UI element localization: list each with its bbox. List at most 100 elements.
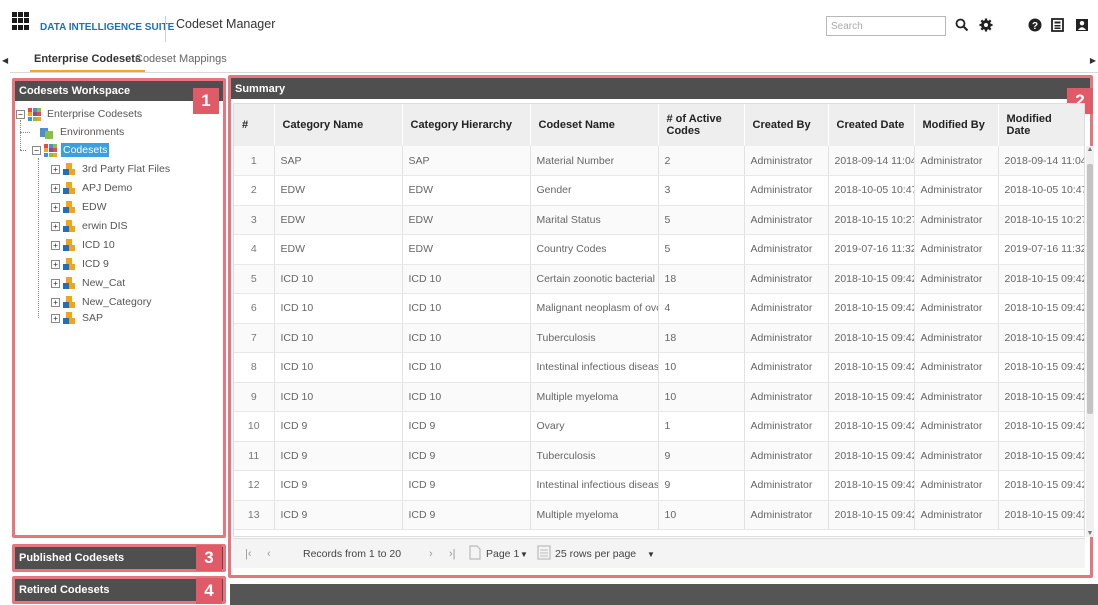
table-cell: Administrator <box>744 323 829 353</box>
tab-scroll-left-icon[interactable]: ◀ <box>2 56 8 65</box>
table-row[interactable]: 2 EDW EDW Gender 3 Administrator 2018-10-05 10… <box>234 175 1084 206</box>
table-cell: Administrator <box>914 411 999 442</box>
col-header-modified-by[interactable]: Modified By <box>914 104 999 146</box>
tree-node-enterprise-codesets[interactable]: − Enterprise Codesets <box>16 106 144 122</box>
page-selector[interactable]: Page 1 <box>486 548 519 560</box>
col-header-modified-date[interactable]: Modified Date <box>998 104 1084 146</box>
tree-node-category[interactable]: + 3rd Party Flat Files <box>51 161 172 177</box>
enterprise-codesets-icon <box>28 107 41 121</box>
table-cell: Administrator <box>914 323 999 353</box>
table-cell: 2018-10-15 09:42:4 <box>998 470 1084 501</box>
expand-icon[interactable]: + <box>51 259 60 269</box>
tree-node-label: APJ Demo <box>82 182 133 194</box>
table-cell: ICD 10 <box>402 323 531 353</box>
table-row[interactable]: 8 ICD 10 ICD 10 Intestinal infectious disea… <box>234 352 1084 383</box>
expand-icon[interactable]: + <box>51 183 60 193</box>
table-row[interactable]: 4 EDW EDW Country Codes 5 Administrator 2019-0… <box>234 234 1084 265</box>
tree-node-label: EDW <box>82 201 107 213</box>
col-header-category-hierarchy[interactable]: Category Hierarchy <box>402 104 531 146</box>
next-page-icon[interactable]: › <box>429 548 433 560</box>
page-dropdown-icon[interactable]: ▼ <box>520 550 528 559</box>
table-cell: Administrator <box>744 146 829 176</box>
tree-node-category[interactable]: + New_Category <box>51 294 153 310</box>
tree-node-label: Environments <box>60 126 125 138</box>
table-cell: EDW <box>402 234 531 265</box>
expand-icon[interactable]: + <box>51 221 60 231</box>
published-codesets-header[interactable]: Published Codesets <box>15 547 223 569</box>
collapse-icon[interactable]: − <box>32 145 41 155</box>
table-cell: Administrator <box>744 352 829 383</box>
col-header-active-codes[interactable]: # of Active Codes <box>658 104 745 146</box>
tree-node-codesets[interactable]: − Codesets <box>32 142 110 158</box>
table-row[interactable]: 6 ICD 10 ICD 10 Malignant neoplasm of ovc 4 A… <box>234 293 1084 324</box>
tab-enterprise-codesets[interactable]: Enterprise Codesets <box>30 52 145 72</box>
expand-icon[interactable]: + <box>51 240 60 250</box>
expand-icon[interactable]: + <box>51 202 60 212</box>
tab-codeset-mappings[interactable]: Codeset Mappings <box>135 52 227 72</box>
scroll-down-icon[interactable]: ▼ <box>1086 530 1094 537</box>
search-icon[interactable] <box>952 15 972 35</box>
scrollbar-thumb[interactable] <box>1087 164 1093 414</box>
expand-icon[interactable]: + <box>51 297 60 307</box>
table-row[interactable]: 13 ICD 9 ICD 9 Multiple myeloma 10 Administra… <box>234 500 1084 530</box>
tree-node-environments[interactable]: Environments <box>40 124 126 140</box>
table-row[interactable]: 10 ICD 9 ICD 9 Ovary 1 Administrator 2018-10-1… <box>234 411 1084 442</box>
col-header-codeset-name[interactable]: Codeset Name <box>530 104 659 146</box>
tree-node-category[interactable]: + ICD 10 <box>51 237 117 253</box>
table-cell: Multiple myeloma <box>530 382 659 412</box>
category-icon <box>63 238 75 252</box>
prev-page-icon[interactable]: ‹ <box>267 548 271 560</box>
category-icon <box>63 311 75 325</box>
table-row[interactable]: 5 ICD 10 ICD 10 Certain zoonotic bacterial 1… <box>234 264 1084 294</box>
table-cell: EDW <box>274 205 403 235</box>
user-icon[interactable] <box>1072 15 1092 35</box>
retired-codesets-header[interactable]: Retired Codesets <box>15 579 223 601</box>
tree-node-label: ICD 10 <box>82 239 115 251</box>
table-row[interactable]: 1 SAP SAP Material Number 2 Administrator 2018… <box>234 146 1084 176</box>
tab-scroll-right-icon[interactable]: ▶ <box>1090 56 1096 65</box>
codesets-icon <box>44 143 57 157</box>
col-header-number[interactable]: # <box>234 104 275 146</box>
tree-node-category[interactable]: + New_Cat <box>51 275 127 291</box>
table-scrollbar[interactable]: ▲ ▼ <box>1086 146 1094 537</box>
table-cell: Administrator <box>914 146 999 176</box>
first-page-icon[interactable]: |‹ <box>245 548 252 560</box>
table-row[interactable]: 12 ICD 9 ICD 9 Intestinal infectious diseas… <box>234 470 1084 501</box>
table-cell: 2019-07-16 11:32:5 <box>828 234 915 265</box>
gear-icon[interactable] <box>976 15 996 35</box>
table-cell: 6 <box>234 293 275 324</box>
table-cell: Administrator <box>914 352 999 383</box>
tree-node-category[interactable]: + SAP <box>51 310 105 326</box>
table-row[interactable]: 11 ICD 9 ICD 9 Tuberculosis 9 Administrator 20… <box>234 441 1084 471</box>
search-input[interactable] <box>826 16 946 36</box>
rows-dropdown-icon[interactable]: ▼ <box>647 550 655 559</box>
workspace-header: Codesets Workspace <box>15 81 223 101</box>
table-cell: Administrator <box>914 205 999 235</box>
app-launcher-icon[interactable] <box>12 12 30 30</box>
table-cell: 2018-10-05 10:47:1 <box>828 175 915 206</box>
table-cell: ICD 9 <box>274 470 403 501</box>
col-header-created-date[interactable]: Created Date <box>828 104 915 146</box>
tree-node-category[interactable]: + APJ Demo <box>51 180 134 196</box>
tree-node-category[interactable]: + EDW <box>51 199 109 215</box>
table-row[interactable]: 9 ICD 10 ICD 10 Multiple myeloma 10 Administr… <box>234 382 1084 412</box>
table-cell: Administrator <box>914 293 999 324</box>
tree-node-category[interactable]: + erwin DIS <box>51 218 130 234</box>
tree-node-category[interactable]: + ICD 9 <box>51 256 111 272</box>
expand-icon[interactable]: + <box>51 278 60 288</box>
col-header-created-by[interactable]: Created By <box>744 104 829 146</box>
rows-per-page-selector[interactable]: 25 rows per page <box>555 548 636 560</box>
table-cell: 3 <box>234 205 275 235</box>
help-icon[interactable]: ? <box>1025 15 1045 35</box>
col-header-category-name[interactable]: Category Name <box>274 104 403 146</box>
table-row[interactable]: 7 ICD 10 ICD 10 Tuberculosis 18 Administrator… <box>234 323 1084 353</box>
collapse-icon[interactable]: − <box>16 109 25 119</box>
last-page-icon[interactable]: ›| <box>449 548 456 560</box>
reports-icon[interactable] <box>1048 15 1068 35</box>
scroll-up-icon[interactable]: ▲ <box>1086 146 1094 153</box>
table-cell: 2018-10-15 10:27:3 <box>998 205 1084 235</box>
table-row[interactable]: 3 EDW EDW Marital Status 5 Administrator 2018-… <box>234 205 1084 235</box>
expand-icon[interactable]: + <box>51 313 60 323</box>
category-icon <box>63 295 75 309</box>
expand-icon[interactable]: + <box>51 164 60 174</box>
